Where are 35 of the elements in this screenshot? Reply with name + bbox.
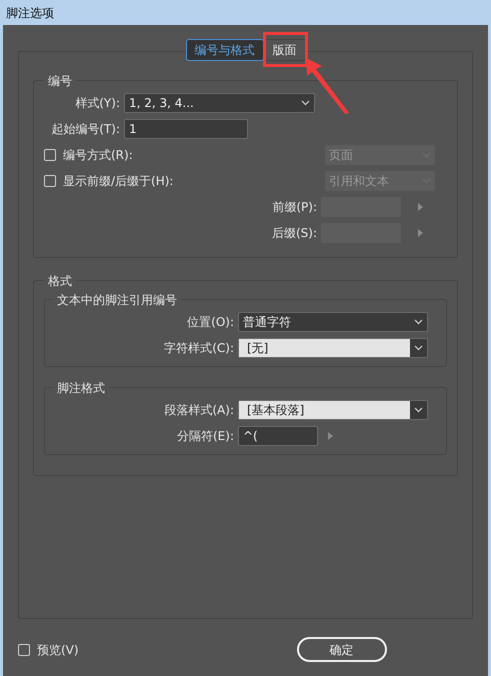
- group-title: 脚注格式: [53, 379, 109, 397]
- preview-label: 预览(V): [37, 642, 79, 658]
- annotation-arrow: [304, 58, 350, 114]
- triangle-icon: [418, 203, 422, 211]
- start-number-field[interactable]: 1: [124, 119, 248, 139]
- checkbox-label: 显示前缀/后缀于(H):: [63, 173, 174, 190]
- tab[interactable]: 编号与格式: [186, 39, 264, 61]
- style-dropdown[interactable]: [基本段落]: [238, 400, 428, 420]
- field-label: 分隔符(E):: [176, 428, 234, 445]
- checkbox-label: 编号方式(R):: [63, 147, 133, 164]
- field-label: 位置(O):: [186, 314, 234, 331]
- style-dropdown[interactable]: [无]: [238, 338, 428, 358]
- tab[interactable]: 版面: [264, 39, 306, 61]
- field-label: 段落样式(A):: [163, 402, 234, 419]
- field-label: 起始编号(T):: [50, 121, 120, 138]
- triangle-icon: [328, 432, 333, 440]
- section-title: 格式: [44, 272, 76, 290]
- style-dropdown[interactable]: 1, 2, 3, 4...: [124, 93, 315, 113]
- field-label: 前缀(P):: [271, 199, 317, 216]
- separator-field[interactable]: ^(: [238, 426, 318, 446]
- chevron-icon: [414, 345, 423, 351]
- chevron-icon: [414, 407, 423, 413]
- section-title: 编号: [44, 72, 76, 90]
- checkbox[interactable]: [18, 644, 30, 656]
- dropdown[interactable]: 普通字符: [238, 312, 428, 332]
- field-label: 样式(Y):: [74, 95, 120, 112]
- field-label: 后缀(S):: [270, 225, 317, 242]
- triangle-icon: [418, 229, 422, 237]
- highlight-frame: [263, 32, 308, 67]
- chevron-icon: [414, 319, 423, 325]
- chevron-icon: [301, 100, 310, 106]
- ok-button[interactable]: 确定: [296, 637, 387, 662]
- group-title: 文本中的脚注引用编号: [53, 291, 181, 309]
- window-title: 脚注选项: [6, 4, 54, 22]
- field-label: 字符样式(C):: [163, 340, 234, 357]
